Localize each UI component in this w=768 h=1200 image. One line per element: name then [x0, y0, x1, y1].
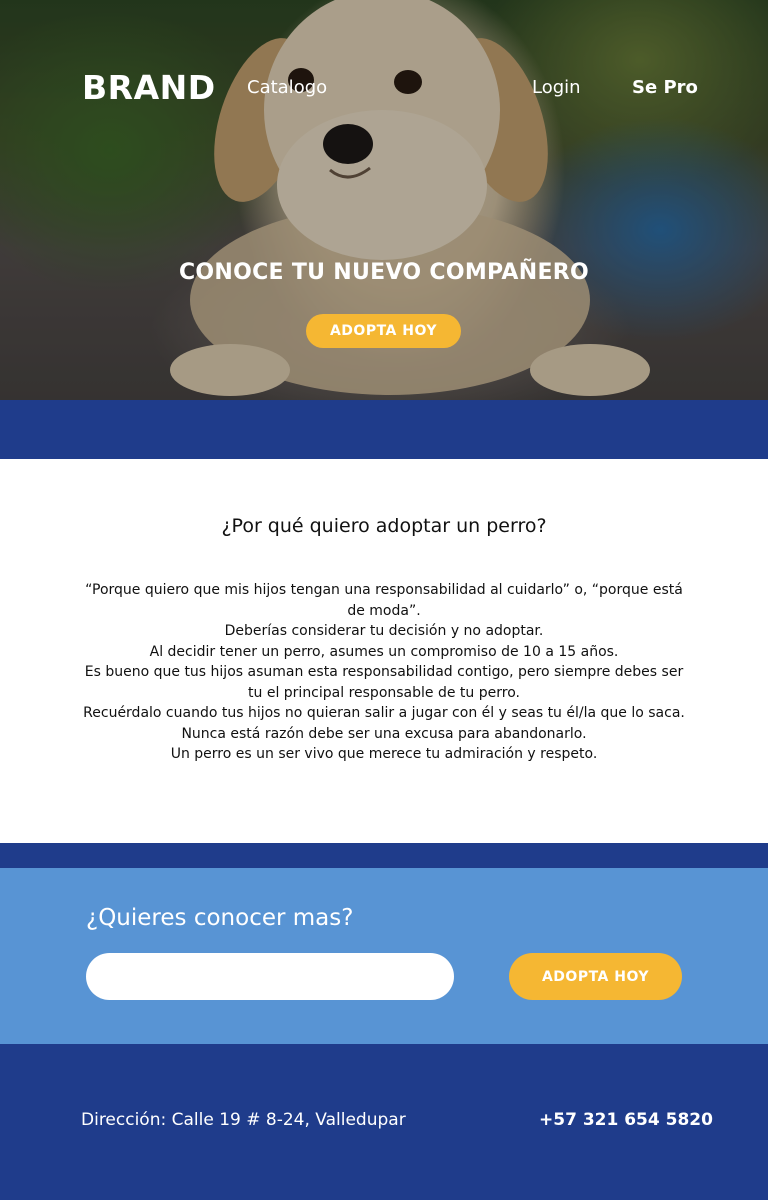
why-paragraph: Nunca está razón debe ser una excusa par…: [181, 725, 587, 742]
why-paragraph: “Porque quiero que mis hijos tengan una …: [85, 582, 683, 619]
brand-logo[interactable]: BRAND: [82, 68, 216, 107]
navy-band-middle: [0, 843, 768, 868]
cta-email-input[interactable]: [86, 953, 454, 1000]
nav-login-link[interactable]: Login: [532, 77, 581, 98]
footer: Dirección: Calle 19 # 8-24, Valledupar +…: [0, 1044, 768, 1200]
why-paragraph: Al decidir tener un perro, asumes un com…: [149, 643, 619, 660]
nav-se-pro-link[interactable]: Se Pro: [632, 77, 698, 98]
nav-catalogo-link[interactable]: Catalogo: [247, 77, 327, 98]
why-adopt-title: ¿Por qué quiero adoptar un perro?: [221, 515, 547, 537]
why-paragraph: Es bueno que tus hijos asuman esta respo…: [84, 664, 684, 701]
why-adopt-section: ¿Por qué quiero adoptar un perro? “Porqu…: [0, 459, 768, 843]
footer-address: Dirección: Calle 19 # 8-24, Valledupar: [81, 1110, 406, 1130]
navy-band-top: [0, 400, 768, 459]
why-paragraph: Recuérdalo cuando tus hijos no quieran s…: [83, 705, 685, 721]
cta-adopt-button[interactable]: ADOPTA HOY: [509, 953, 682, 1000]
why-paragraph: Un perro es un ser vivo que merece tu ad…: [170, 746, 598, 762]
hero-title: CONOCE TU NUEVO COMPAÑERO: [178, 260, 590, 285]
hero-adopt-button[interactable]: ADOPTA HOY: [306, 314, 461, 348]
top-nav: BRAND Catalogo Login Se Pro: [0, 0, 768, 175]
why-adopt-body: “Porque quiero que mis hijos tengan una …: [80, 580, 688, 765]
cta-title: ¿Quieres conocer mas?: [86, 905, 354, 931]
why-paragraph: Deberías considerar tu decisión y no ado…: [224, 623, 544, 639]
cta-section: ¿Quieres conocer mas? ADOPTA HOY: [0, 868, 768, 1044]
footer-phone[interactable]: +57 321 654 5820: [539, 1110, 713, 1130]
hero-section: BRAND Catalogo Login Se Pro CONOCE TU NU…: [0, 0, 768, 400]
